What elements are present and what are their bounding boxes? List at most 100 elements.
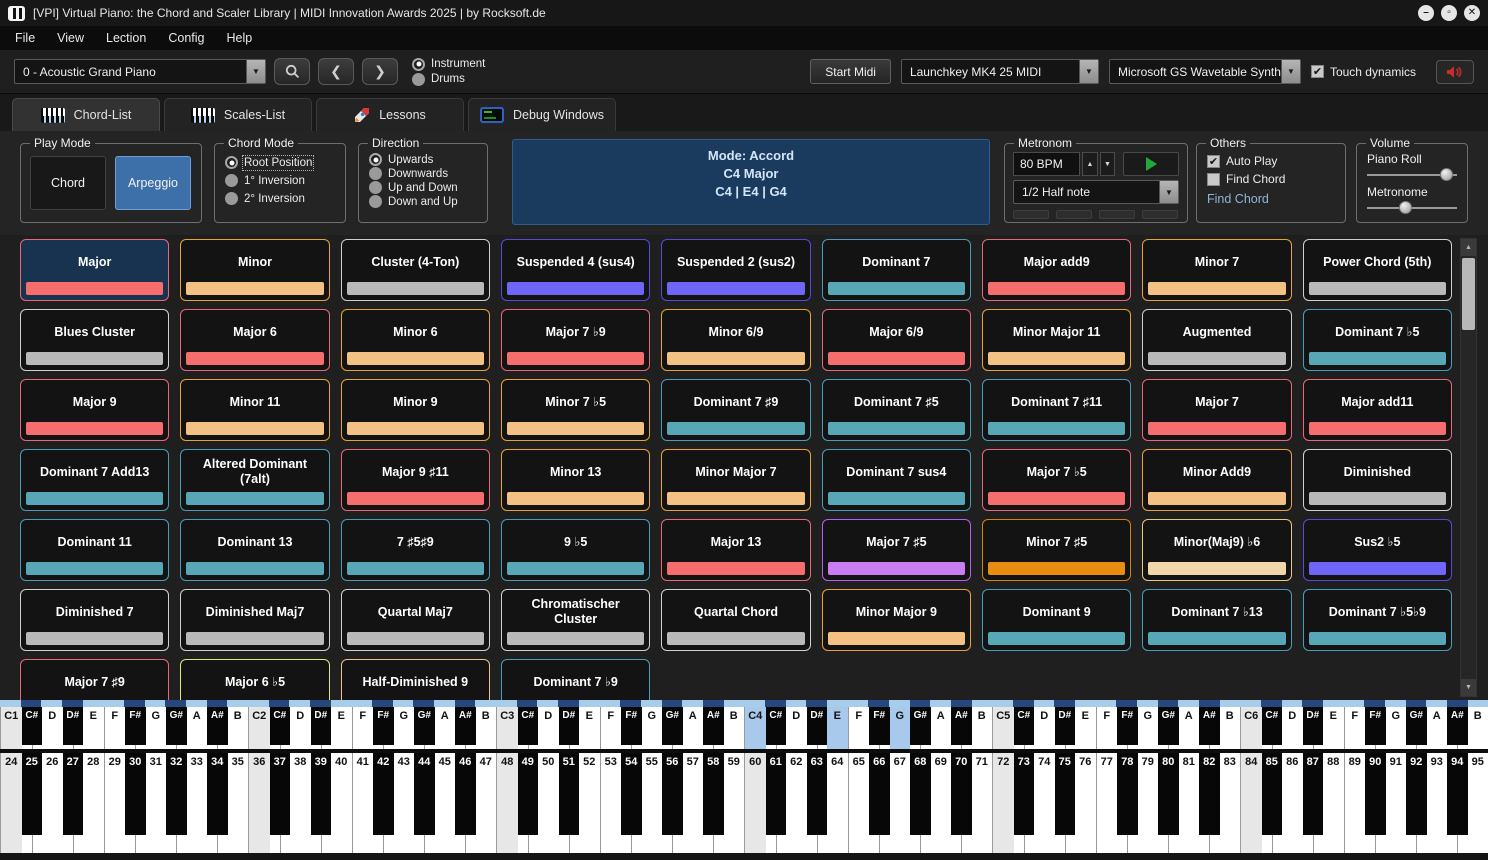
- next-button[interactable]: ❯: [362, 58, 398, 85]
- chord-dominant-7-b13[interactable]: Dominant 7 ♭13: [1142, 589, 1291, 651]
- chord-major-13[interactable]: Major 13: [661, 519, 810, 581]
- note-key-c-73[interactable]: C#: [1014, 707, 1035, 749]
- chord-minor-7[interactable]: Minor 7: [1142, 239, 1291, 301]
- note-key-e-76[interactable]: E: [1075, 707, 1096, 749]
- note-key-d-38[interactable]: D: [290, 707, 311, 749]
- piano-key-57[interactable]: 57: [683, 753, 704, 853]
- note-key-f-30[interactable]: F#: [125, 707, 146, 749]
- maximize-icon[interactable]: ▫: [1441, 5, 1457, 21]
- chord-major-9-s11[interactable]: Major 9 ♯11: [341, 449, 490, 511]
- minimize-icon[interactable]: –: [1418, 5, 1434, 21]
- piano-key-78[interactable]: 78: [1117, 753, 1138, 853]
- direction-down-and-up[interactable]: Down and Up: [369, 195, 487, 208]
- chord-dominant-7-b5b9[interactable]: Dominant 7 ♭5♭9: [1303, 589, 1452, 651]
- chord-major-add9[interactable]: Major add9: [982, 239, 1131, 301]
- note-key-g-79[interactable]: G: [1138, 707, 1159, 749]
- note-key-f-65[interactable]: F: [848, 707, 870, 749]
- note-key-g-32[interactable]: G#: [166, 707, 187, 749]
- piano-key-40[interactable]: 40: [331, 753, 352, 853]
- piano-key-34[interactable]: 34: [207, 753, 228, 853]
- metronome-play-button[interactable]: [1123, 152, 1179, 176]
- note-key-d-26[interactable]: D: [42, 707, 63, 749]
- note-key-e-28[interactable]: E: [83, 707, 104, 749]
- arpeggio-mode-button[interactable]: Arpeggio: [115, 156, 191, 210]
- chord-7-s5s9[interactable]: 7 ♯5♯9: [341, 519, 490, 581]
- close-icon[interactable]: ✕: [1464, 5, 1480, 21]
- piano-key-49[interactable]: 49: [518, 753, 539, 853]
- note-value-select[interactable]: 1/2 Half note ▼: [1013, 180, 1179, 204]
- chordmode-2-inversion[interactable]: 2° Inversion: [225, 192, 345, 205]
- chord-dominant-7-b5[interactable]: Dominant 7 ♭5: [1303, 309, 1452, 371]
- note-key-b-95[interactable]: B: [1468, 707, 1488, 749]
- piano-key-77[interactable]: 77: [1096, 753, 1118, 853]
- piano-key-93[interactable]: 93: [1427, 753, 1448, 853]
- chord-major-7-s9[interactable]: Major 7 ♯9: [20, 659, 169, 700]
- chord-dominant-7-add13[interactable]: Dominant 7 Add13: [20, 449, 169, 511]
- piano-key-87[interactable]: 87: [1303, 753, 1324, 853]
- piano-key-30[interactable]: 30: [125, 753, 146, 853]
- piano-key-76[interactable]: 76: [1075, 753, 1096, 853]
- vertical-scrollbar[interactable]: ▲ ▼: [1460, 238, 1477, 697]
- note-key-d-74[interactable]: D: [1034, 707, 1055, 749]
- find-chord-link[interactable]: Find Chord: [1207, 192, 1345, 206]
- menu-help[interactable]: Help: [215, 31, 263, 45]
- note-key-a-82[interactable]: A#: [1199, 707, 1220, 749]
- note-key-c4-60[interactable]: C4: [744, 707, 766, 749]
- note-key-d-51[interactable]: D#: [559, 707, 580, 749]
- piano-key-95[interactable]: 95: [1468, 753, 1488, 853]
- note-key-a-45[interactable]: A: [435, 707, 456, 749]
- chevron-down-icon[interactable]: ▼: [1281, 60, 1300, 83]
- piano-key-26[interactable]: 26: [42, 753, 63, 853]
- note-key-a-58[interactable]: A#: [703, 707, 724, 749]
- note-key-g-68[interactable]: G#: [910, 707, 931, 749]
- chord-dominant-7-sus4[interactable]: Dominant 7 sus4: [822, 449, 971, 511]
- piano-key-73[interactable]: 73: [1014, 753, 1035, 853]
- piano-key-29[interactable]: 29: [104, 753, 126, 853]
- note-key-c6-84[interactable]: C6: [1240, 707, 1262, 749]
- piano-key-86[interactable]: 86: [1282, 753, 1303, 853]
- chord-minor-6[interactable]: Minor 6: [341, 309, 490, 371]
- chord-dominant-7-s9[interactable]: Dominant 7 ♯9: [661, 379, 810, 441]
- note-key-g-91[interactable]: G: [1386, 707, 1407, 749]
- chord-minor-maj9-b6[interactable]: Minor(Maj9) ♭6: [1142, 519, 1291, 581]
- chevron-down-icon[interactable]: ▼: [246, 60, 265, 83]
- slider-thumb[interactable]: [1399, 201, 1412, 214]
- scrollbar-thumb[interactable]: [1462, 258, 1475, 330]
- note-key-c5-72[interactable]: C5: [992, 707, 1014, 749]
- piano-key-51[interactable]: 51: [559, 753, 580, 853]
- piano-key-60[interactable]: 60: [744, 753, 766, 853]
- chord-suspended-4-sus4[interactable]: Suspended 4 (sus4): [501, 239, 650, 301]
- note-key-d-62[interactable]: D: [786, 707, 807, 749]
- note-key-b-47[interactable]: B: [476, 707, 497, 749]
- note-key-d-50[interactable]: D: [538, 707, 559, 749]
- chord-dominant-7[interactable]: Dominant 7: [822, 239, 971, 301]
- chord-cluster-4-ton[interactable]: Cluster (4-Ton): [341, 239, 490, 301]
- start-midi-button[interactable]: Start Midi: [810, 59, 891, 84]
- chord-quartal-maj7[interactable]: Quartal Maj7: [341, 589, 490, 651]
- chord-minor-13[interactable]: Minor 13: [501, 449, 650, 511]
- piano-key-42[interactable]: 42: [373, 753, 394, 853]
- note-key-a-81[interactable]: A: [1179, 707, 1200, 749]
- piano-key-46[interactable]: 46: [455, 753, 476, 853]
- menu-view[interactable]: View: [46, 31, 95, 45]
- chord-major-6-9[interactable]: Major 6/9: [822, 309, 971, 371]
- menu-config[interactable]: Config: [157, 31, 215, 45]
- chord-altered-dominant-7alt[interactable]: Altered Dominant (7alt): [180, 449, 329, 511]
- piano-key-74[interactable]: 74: [1034, 753, 1055, 853]
- piano-key-31[interactable]: 31: [146, 753, 167, 853]
- piano-key-43[interactable]: 43: [394, 753, 415, 853]
- source-instrument[interactable]: Instrument: [412, 58, 485, 71]
- chordmode-1-inversion[interactable]: 1° Inversion: [225, 174, 345, 187]
- chord-minor-major-7[interactable]: Minor Major 7: [661, 449, 810, 511]
- note-key-a-94[interactable]: A#: [1447, 707, 1468, 749]
- bpm-up-button[interactable]: ▲: [1082, 152, 1097, 176]
- chord-major-7[interactable]: Major 7: [1142, 379, 1291, 441]
- note-key-g-31[interactable]: G: [146, 707, 167, 749]
- menu-file[interactable]: File: [4, 31, 46, 45]
- piano-key-85[interactable]: 85: [1262, 753, 1283, 853]
- piano-key-47[interactable]: 47: [476, 753, 497, 853]
- piano-key-81[interactable]: 81: [1179, 753, 1200, 853]
- note-key-f-89[interactable]: F: [1344, 707, 1366, 749]
- bpm-input[interactable]: 80 BPM: [1013, 152, 1080, 176]
- chord-quartal-chord[interactable]: Quartal Chord: [661, 589, 810, 651]
